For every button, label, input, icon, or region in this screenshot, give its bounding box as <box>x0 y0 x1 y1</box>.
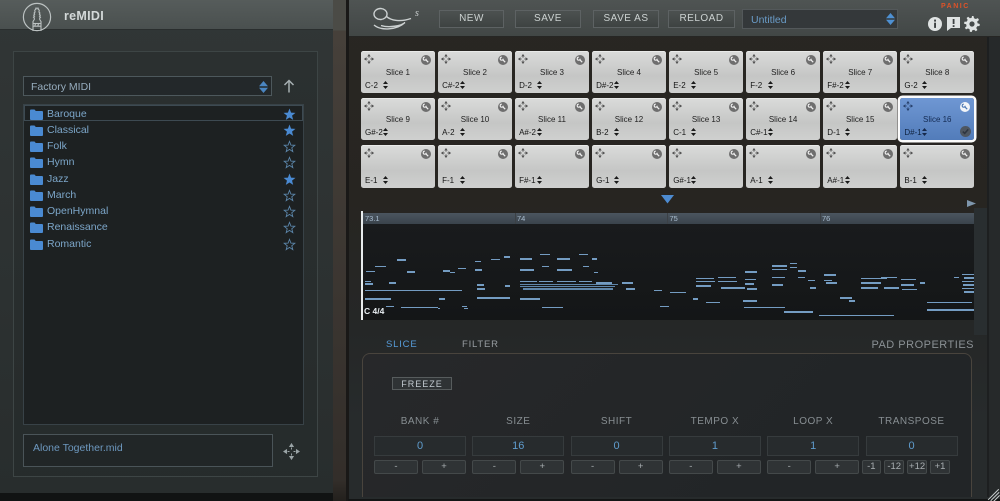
svg-text:s: s <box>415 8 419 19</box>
